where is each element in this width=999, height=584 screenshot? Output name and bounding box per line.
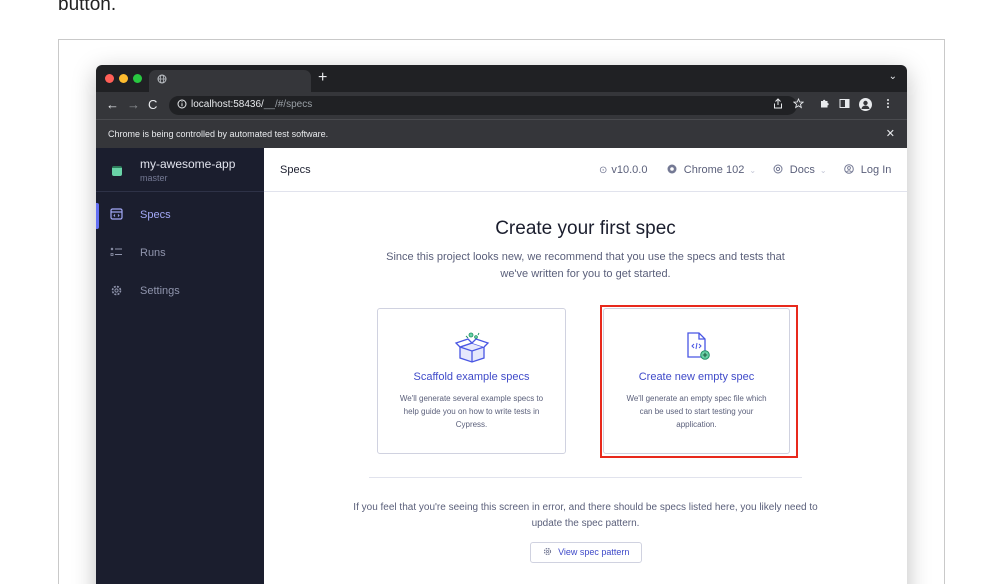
docs-menu[interactable]: Docs ⌄ bbox=[773, 164, 827, 176]
address-bar[interactable]: localhost:58436/__/#/specs bbox=[169, 96, 797, 115]
gear-icon bbox=[110, 284, 123, 300]
box-icon bbox=[378, 331, 565, 368]
divider bbox=[369, 477, 802, 478]
highlight-box bbox=[600, 305, 798, 458]
forward-button[interactable]: → bbox=[127, 97, 140, 113]
docs-icon bbox=[773, 164, 786, 176]
bookmark-star-icon[interactable] bbox=[792, 97, 805, 113]
project-icon bbox=[112, 166, 122, 176]
sidebar-item-label: Settings bbox=[140, 285, 180, 297]
sidebar: my-awesome-app master Specs Runs Setting… bbox=[96, 148, 264, 584]
error-hint-text: If you feel that you're seeing this scre… bbox=[353, 502, 818, 529]
url-path: __/#/specs bbox=[263, 99, 313, 110]
login-button[interactable]: Log In bbox=[844, 164, 891, 176]
gear-icon bbox=[543, 547, 555, 557]
page-title: Specs bbox=[280, 164, 311, 176]
top-header: Specs ⊙ v10.0.0 Chrome 102 ⌄ Docs ⌄ Log In bbox=[264, 148, 907, 192]
automation-infobar: Chrome is being controlled by automated … bbox=[96, 119, 907, 148]
sidebar-item-label: Specs bbox=[140, 209, 171, 221]
url-host: localhost:58436/ bbox=[191, 99, 264, 110]
card-title: Scaffold example specs bbox=[413, 371, 530, 383]
version-indicator[interactable]: ⊙ v10.0.0 bbox=[599, 164, 647, 176]
project-branch: master bbox=[140, 173, 168, 183]
page-top-text: button. bbox=[58, 0, 117, 15]
minimize-window-button[interactable] bbox=[119, 74, 128, 83]
back-button[interactable]: ← bbox=[106, 97, 119, 113]
login-label: Log In bbox=[860, 164, 892, 176]
description: Since this project looks new, we recomme… bbox=[386, 251, 785, 280]
reload-button[interactable]: C bbox=[148, 97, 157, 113]
project-switcher[interactable]: my-awesome-app master bbox=[96, 148, 264, 192]
chrome-icon bbox=[667, 164, 680, 176]
docs-label: Docs bbox=[789, 164, 815, 176]
browser-tab[interactable] bbox=[149, 70, 311, 92]
active-indicator bbox=[96, 203, 99, 229]
browser-name: Chrome 102 bbox=[683, 164, 745, 176]
side-panel-icon[interactable] bbox=[839, 98, 850, 113]
view-spec-pattern-button[interactable]: View spec pattern bbox=[530, 542, 642, 563]
automation-notice: Chrome is being controlled by automated … bbox=[108, 129, 329, 139]
sidebar-item-specs[interactable]: Specs bbox=[96, 203, 264, 229]
browser-window: + ⌄ ← → C localhost:58436/__/#/specs Chr… bbox=[96, 65, 907, 584]
info-icon[interactable] bbox=[177, 99, 187, 112]
cypress-app: my-awesome-app master Specs Runs Setting… bbox=[96, 148, 907, 584]
runs-icon bbox=[110, 246, 123, 261]
url-text: localhost:58436/__/#/specs bbox=[191, 99, 312, 110]
main-content: Specs ⊙ v10.0.0 Chrome 102 ⌄ Docs ⌄ Log In … bbox=[264, 148, 907, 584]
view-spec-pattern-label: View spec pattern bbox=[558, 547, 630, 557]
chevron-down-icon: ⌄ bbox=[819, 166, 827, 175]
close-window-button[interactable] bbox=[105, 74, 114, 83]
extensions-puzzle-icon[interactable] bbox=[819, 98, 830, 113]
sidebar-item-settings[interactable]: Settings bbox=[96, 279, 264, 305]
tab-strip: + ⌄ bbox=[96, 65, 907, 92]
version-text: v10.0.0 bbox=[611, 164, 648, 176]
share-icon[interactable] bbox=[773, 98, 783, 113]
browser-menu-icon[interactable] bbox=[886, 98, 890, 113]
tab-search-chevron-icon[interactable]: ⌄ bbox=[889, 71, 897, 82]
card-description: We'll generate several example specs to … bbox=[399, 394, 544, 429]
new-tab-button[interactable]: + bbox=[318, 69, 327, 87]
browser-toolbar: ← → C localhost:58436/__/#/specs bbox=[96, 92, 907, 119]
globe-icon bbox=[157, 74, 167, 87]
scaffold-example-specs-card[interactable]: Scaffold example specs We'll generate se… bbox=[377, 308, 566, 454]
maximize-window-button[interactable] bbox=[133, 74, 142, 83]
specs-icon bbox=[110, 208, 123, 223]
user-icon bbox=[844, 164, 857, 176]
sidebar-item-runs[interactable]: Runs bbox=[96, 241, 264, 267]
chevron-down-icon: ⌄ bbox=[749, 166, 757, 175]
version-icon: ⊙ bbox=[599, 165, 608, 176]
profile-avatar-icon[interactable] bbox=[859, 98, 872, 111]
close-icon[interactable]: ✕ bbox=[886, 127, 895, 140]
browser-selector[interactable]: Chrome 102 ⌄ bbox=[667, 164, 756, 176]
project-name: my-awesome-app bbox=[140, 157, 236, 171]
headline: Create your first spec bbox=[495, 218, 676, 239]
sidebar-item-label: Runs bbox=[140, 247, 166, 259]
